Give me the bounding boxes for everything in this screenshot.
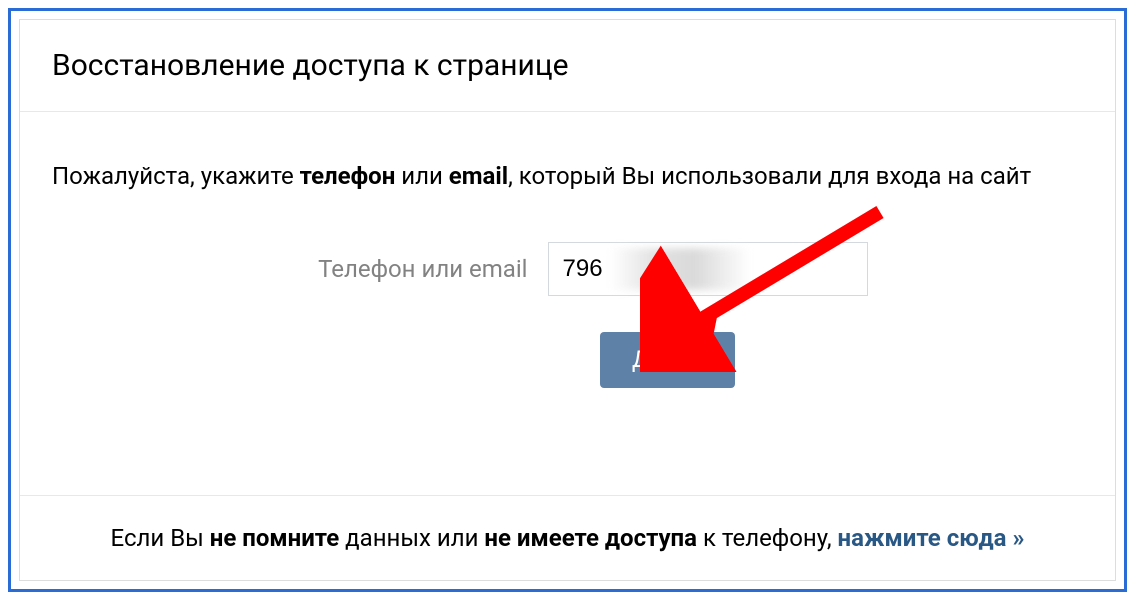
input-wrapper <box>548 242 868 296</box>
form-row: Телефон или email <box>52 242 1083 296</box>
panel-footer: Если Вы не помните данных или не имеете … <box>20 495 1115 580</box>
page-title: Восстановление доступа к странице <box>52 48 1083 83</box>
recovery-panel: Восстановление доступа к странице Пожалу… <box>19 19 1116 581</box>
input-label: Телефон или email <box>268 255 528 283</box>
instruction-mid: или <box>395 162 448 190</box>
footer-prefix: Если Вы <box>111 524 210 552</box>
outer-frame: Восстановление доступа к странице Пожалу… <box>8 8 1127 592</box>
footer-bold2: не имеете доступа <box>484 524 697 552</box>
instruction-prefix: Пожалуйста, укажите <box>52 162 300 190</box>
footer-bold1: не помните <box>210 524 339 552</box>
footer-mid2: к телефону, <box>697 524 838 552</box>
instruction-suffix: , который Вы использовали для входа на с… <box>508 162 1031 190</box>
footer-text: Если Вы не помните данных или не имеете … <box>52 524 1083 552</box>
phone-email-input[interactable] <box>548 242 868 296</box>
panel-body: Пожалуйста, укажите телефон или email, к… <box>20 112 1115 495</box>
instruction-text: Пожалуйста, укажите телефон или email, к… <box>52 160 1083 194</box>
instruction-bold-phone: телефон <box>300 162 396 190</box>
panel-header: Восстановление доступа к странице <box>20 20 1115 112</box>
button-row: Далее <box>52 332 1083 388</box>
next-button[interactable]: Далее <box>600 332 734 388</box>
footer-mid1: данных или <box>339 524 484 552</box>
alternate-recovery-link[interactable]: нажмите сюда » <box>838 524 1025 552</box>
instruction-bold-email: email <box>449 162 508 190</box>
